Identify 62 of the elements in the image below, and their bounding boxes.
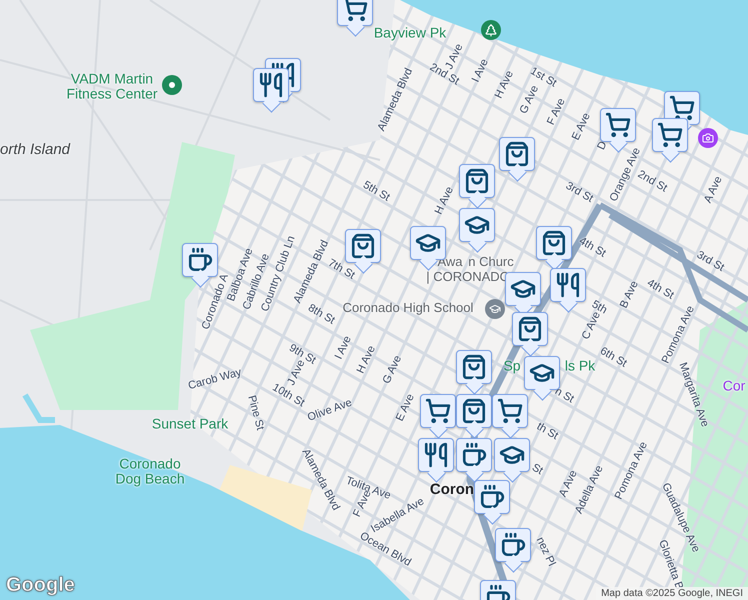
street-label: 4th St [576,236,608,260]
cart-icon [669,95,695,121]
street-label: C Ave [580,310,603,342]
fork-knife-icon [555,272,581,298]
street-label: A Ave [702,174,726,206]
place-label: orth Island [0,142,70,158]
park-label: Bayview Pk [374,26,446,40]
coffee-cup-icon [187,247,213,273]
place-label: Coron [430,482,474,498]
street-label: th St [534,421,560,443]
bag-icon [461,354,487,380]
street-label: 3rd St [694,250,726,274]
street-label: A Ave [558,468,580,499]
map-pin-icon[interactable] [162,75,182,95]
bag-icon [517,316,543,342]
street-label: G Ave [518,84,542,116]
cart-icon [657,122,683,148]
fork-knife-icon [423,442,449,468]
coffee-cup-icon [461,442,487,468]
cart-icon [425,398,451,424]
street-label: F Ave [546,96,568,128]
bag-icon [464,168,490,194]
street-label: 7th St [326,258,356,282]
street-label: 5th St [360,180,392,204]
park-label: Sunset Park [152,416,228,432]
street-label: St [530,462,544,478]
place-label: Cor [722,378,746,394]
street-label: 3rd St [563,180,595,206]
street-label: G Ave [381,354,405,386]
street-label: Olive Ave [306,398,354,424]
park-label: Sp [503,358,521,374]
map-logo: Google [6,574,75,597]
place-label: Coronado High School [342,301,474,315]
bag-icon [350,233,376,259]
coffee-cup-icon [500,532,526,558]
fork-knife-icon [258,72,284,98]
street-label: 2nd St [635,169,669,195]
street-label: H Ave [494,69,516,101]
street-label: E Ave [394,392,418,424]
street-label: H Ave [356,344,378,376]
street-label: 4th St [644,278,676,302]
street-label: H Ave [434,185,456,217]
fork-knife-icon [270,62,296,88]
bag-icon [541,230,567,256]
bag-icon [461,398,487,424]
place-label: n Churc [468,255,514,269]
street-label: Carob Way [187,367,243,393]
street-label: E Ave [570,112,594,142]
street-label: Pine St [244,394,266,432]
street-label: nez Pl [533,536,557,568]
street-label: I Ave [334,334,354,362]
cart-icon [497,398,523,424]
street-label: 6th St [598,346,628,370]
park-label: ls Pk [564,358,596,374]
street-label: B Ave [618,280,642,310]
coffee-cup-icon [479,484,505,510]
street-label: D [596,140,610,152]
bag-icon [504,141,530,167]
cart-icon [605,112,631,138]
street-label: 8th St [306,302,336,328]
park-label: VADM Martin Fitness Center [66,71,158,101]
street-label: I Ave [470,58,492,84]
